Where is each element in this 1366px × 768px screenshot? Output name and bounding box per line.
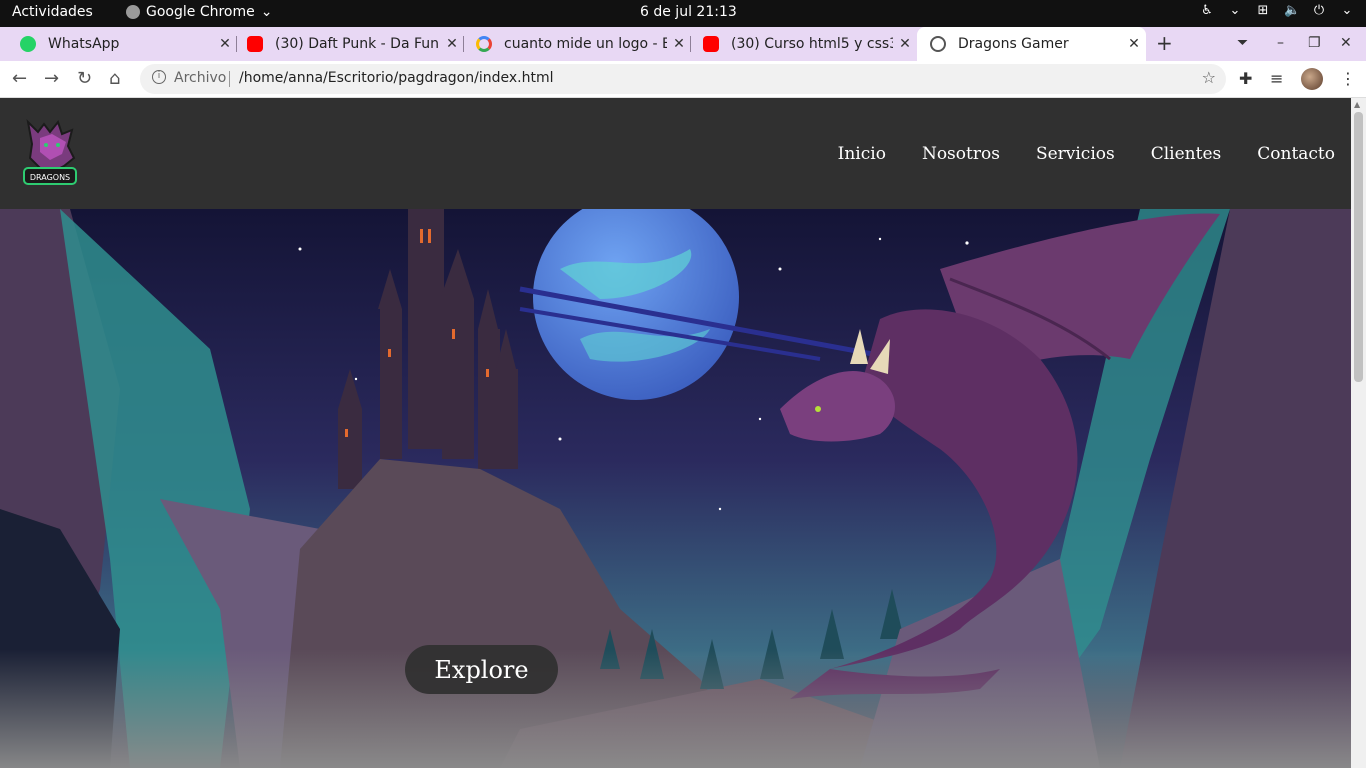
tab-search-icon[interactable]: ⏷	[1237, 35, 1248, 51]
address-bar[interactable]: i Archivo /home/anna/Escritorio/pagdrago…	[140, 64, 1226, 94]
reload-icon[interactable]: ↻	[77, 68, 92, 89]
app-menu-label: Google Chrome	[146, 4, 255, 20]
forward-icon[interactable]: →	[44, 68, 59, 89]
tab-whatsapp[interactable]: WhatsApp ✕	[0, 27, 237, 61]
google-icon	[476, 36, 492, 52]
youtube-icon	[247, 36, 263, 52]
menu-icon[interactable]: ⋮	[1340, 69, 1356, 88]
nav-servicios[interactable]: Servicios	[1036, 144, 1115, 164]
tab-title: (30) Curso html5 y css3 -	[731, 36, 893, 52]
site-nav: Inicio Nosotros Servicios Clientes Conta…	[838, 144, 1335, 164]
nav-clientes[interactable]: Clientes	[1151, 144, 1222, 164]
chevron-down-icon: ⌄	[1229, 3, 1241, 18]
media-control-icon[interactable]: ≡	[1270, 69, 1283, 88]
explore-button[interactable]: Explore	[405, 645, 558, 694]
youtube-icon	[703, 36, 719, 52]
network-icon[interactable]: ⊞	[1256, 3, 1270, 18]
system-tray[interactable]: ♿ ⌄ ⊞ 🔈 ⏻ ⌄	[1200, 3, 1354, 18]
close-window-icon[interactable]: ✕	[1340, 35, 1352, 51]
dragons-logo[interactable]: DRAGONS	[22, 118, 78, 192]
activities-button[interactable]: Actividades	[12, 4, 93, 20]
tab-title: cuanto mide un logo - B	[504, 36, 667, 52]
tab-dragons-gamer[interactable]: Dragons Gamer ✕	[917, 27, 1146, 61]
bookmark-star-icon[interactable]: ☆	[1202, 68, 1216, 87]
clock[interactable]: 6 de jul 21:13	[640, 4, 737, 20]
close-icon[interactable]: ✕	[667, 36, 691, 52]
page-scrollbar[interactable]: ▲	[1351, 98, 1366, 768]
divider	[229, 71, 230, 87]
accessibility-icon[interactable]: ♿	[1200, 3, 1214, 18]
nav-contacto[interactable]: Contacto	[1257, 144, 1335, 164]
chevron-down-icon: ⌄	[260, 4, 273, 20]
scroll-up-icon[interactable]: ▲	[1354, 100, 1360, 109]
close-icon[interactable]: ✕	[1122, 36, 1146, 52]
minimize-icon[interactable]: –	[1277, 35, 1284, 51]
close-icon[interactable]: ✕	[893, 36, 917, 52]
svg-text:DRAGONS: DRAGONS	[30, 173, 70, 182]
volume-icon[interactable]: 🔈	[1284, 3, 1300, 18]
app-menu[interactable]: Google Chrome ⌄	[126, 4, 272, 20]
new-tab-button[interactable]: +	[1156, 31, 1173, 55]
system-top-bar: Actividades Google Chrome ⌄ 6 de jul 21:…	[0, 0, 1366, 27]
chevron-down-icon: ⌄	[1341, 3, 1353, 18]
tab-curso-html5[interactable]: (30) Curso html5 y css3 - ✕	[691, 27, 917, 61]
whatsapp-icon	[20, 36, 36, 52]
extensions-icon[interactable]: ✚	[1239, 69, 1252, 88]
chrome-icon	[126, 5, 140, 19]
web-page: DRAGONS Inicio Nosotros Servicios Client…	[0, 98, 1351, 768]
nav-inicio[interactable]: Inicio	[838, 144, 886, 164]
close-icon[interactable]: ✕	[440, 36, 464, 52]
close-icon[interactable]: ✕	[213, 36, 237, 52]
tab-daft-punk[interactable]: (30) Daft Punk - Da Funk ✕	[237, 27, 464, 61]
power-icon[interactable]: ⏻	[1312, 3, 1326, 18]
tab-google-search[interactable]: cuanto mide un logo - B ✕	[464, 27, 691, 61]
protocol-label: Archivo	[174, 70, 227, 86]
globe-icon	[930, 36, 946, 52]
hero-banner: Explore	[0, 194, 1351, 768]
browser-toolbar: ← → ↻ ⌂ i Archivo /home/anna/Escritorio/…	[0, 61, 1366, 98]
back-icon[interactable]: ←	[12, 68, 27, 89]
home-icon[interactable]: ⌂	[109, 68, 120, 89]
scrollbar-thumb[interactable]	[1354, 112, 1363, 382]
tab-title: (30) Daft Punk - Da Funk	[275, 36, 440, 52]
profile-avatar[interactable]	[1301, 68, 1323, 90]
tab-title: Dragons Gamer	[958, 36, 1069, 52]
url-text[interactable]: /home/anna/Escritorio/pagdragon/index.ht…	[239, 70, 553, 86]
tab-title: WhatsApp	[48, 36, 120, 52]
restore-icon[interactable]: ❐	[1308, 35, 1321, 51]
nav-nosotros[interactable]: Nosotros	[922, 144, 1000, 164]
info-icon[interactable]: i	[152, 70, 166, 84]
hero-illustration	[0, 194, 1351, 768]
site-header: DRAGONS Inicio Nosotros Servicios Client…	[0, 98, 1351, 209]
